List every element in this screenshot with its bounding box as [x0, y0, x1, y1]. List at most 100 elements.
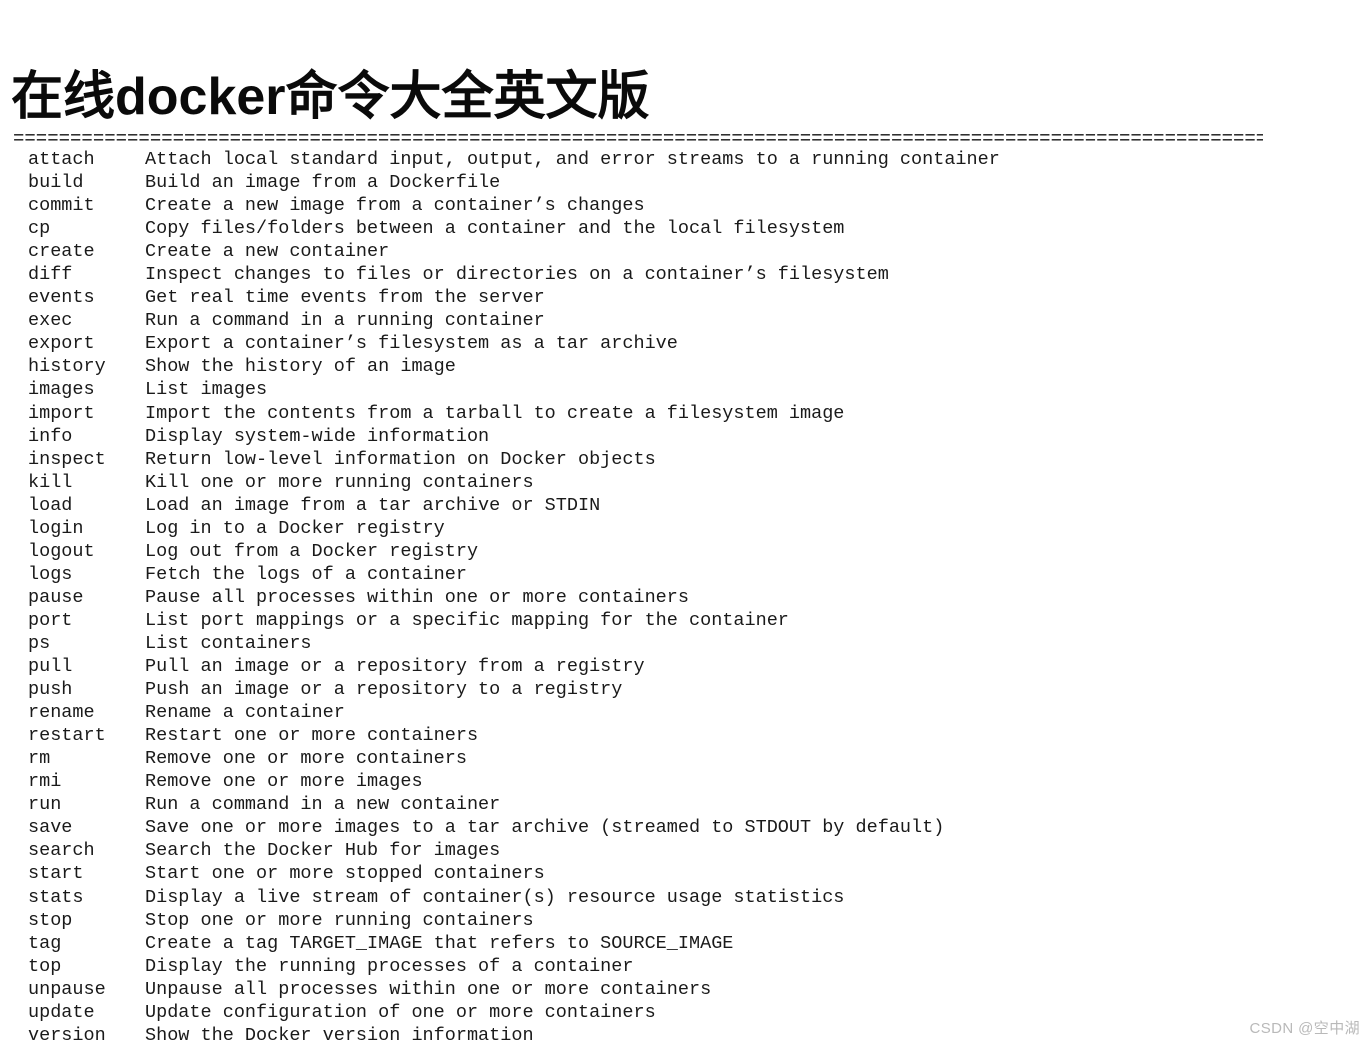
command-description: Build an image from a Dockerfile	[145, 172, 501, 194]
command-row: run Run a command in a new container	[0, 793, 1372, 816]
command-row: logs Fetch the logs of a container	[0, 563, 1372, 586]
command-row: exec Run a command in a running container	[0, 309, 1372, 332]
command-name: rm	[28, 748, 51, 770]
command-row: pull Pull an image or a repository from a…	[0, 655, 1372, 678]
command-description: Copy files/folders between a container a…	[145, 218, 845, 240]
command-description: Unpause all processes within one or more…	[145, 978, 712, 1000]
command-description: Create a new image from a container’s ch…	[145, 195, 645, 217]
command-row: update Update configuration of one or mor…	[0, 1001, 1372, 1024]
command-name: ps	[28, 632, 51, 654]
command-row: logout Log out from a Docker registry	[0, 540, 1372, 563]
command-description: Display a live stream of container(s) re…	[145, 886, 845, 908]
command-description: Rename a container	[145, 702, 345, 724]
command-name: build	[28, 172, 84, 194]
command-description: Remove one or more containers	[145, 748, 467, 770]
command-name: info	[28, 425, 73, 447]
command-row: stats Display a live stream of container(…	[0, 886, 1372, 909]
command-row: rename Rename a container	[0, 701, 1372, 724]
command-description: Log in to a Docker registry	[145, 517, 445, 539]
command-description: Start one or more stopped containers	[145, 863, 545, 885]
command-name: rename	[28, 702, 95, 724]
command-name: commit	[28, 195, 95, 217]
command-row: login Log in to a Docker registry	[0, 517, 1372, 540]
command-description: List images	[145, 379, 268, 401]
command-name: search	[28, 840, 95, 862]
command-row: inspect Return low-level information on D…	[0, 448, 1372, 471]
command-description: Pull an image or a repository from a reg…	[145, 656, 645, 678]
command-name: run	[28, 794, 62, 816]
command-row: ps List containers	[0, 632, 1372, 655]
command-name: logs	[28, 563, 73, 585]
command-description: Stop one or more running containers	[145, 909, 534, 931]
command-row: load Load an image from a tar archive or …	[0, 494, 1372, 517]
command-name: images	[28, 379, 95, 401]
command-description: Pause all processes within one or more c…	[145, 586, 689, 608]
command-name: stop	[28, 909, 73, 931]
command-description: List containers	[145, 632, 312, 654]
watermark-credit: CSDN @空中湖	[1249, 1020, 1360, 1037]
command-row: search Search the Docker Hub for images	[0, 839, 1372, 862]
command-row: cp Copy files/folders between a container…	[0, 217, 1372, 240]
command-name: push	[28, 679, 73, 701]
horizontal-rule-equals: ========================================…	[13, 128, 1263, 150]
command-description: Export a container’s filesystem as a tar…	[145, 333, 678, 355]
command-description: Kill one or more running containers	[145, 471, 534, 493]
command-name: load	[28, 494, 73, 516]
command-row: history Show the history of an image	[0, 355, 1372, 378]
command-name: save	[28, 817, 73, 839]
command-description: Run a command in a new container	[145, 794, 501, 816]
command-name: attach	[28, 149, 95, 170]
command-row: port List port mappings or a specific map…	[0, 609, 1372, 632]
command-name: kill	[28, 471, 73, 493]
command-name: exec	[28, 310, 73, 332]
command-row: pause Pause all processes within one or m…	[0, 586, 1372, 609]
command-description: Show the Docker version information	[145, 1024, 534, 1046]
command-description: Remove one or more images	[145, 771, 423, 793]
command-name: pull	[28, 656, 73, 678]
command-name: cp	[28, 218, 51, 240]
command-description: Attach local standard input, output, and…	[145, 149, 1000, 170]
command-description: Update configuration of one or more cont…	[145, 1001, 656, 1023]
command-name: top	[28, 955, 62, 977]
command-row: tag Create a tag TARGET_IMAGE that refers…	[0, 932, 1372, 955]
command-name: unpause	[28, 978, 106, 1000]
command-description: Display the running processes of a conta…	[145, 955, 634, 977]
command-row: push Push an image or a repository to a r…	[0, 678, 1372, 701]
command-description: Restart one or more containers	[145, 725, 479, 747]
command-row: start Start one or more stopped container…	[0, 862, 1372, 885]
command-row: build Build an image from a Dockerfile	[0, 171, 1372, 194]
command-description: Fetch the logs of a container	[145, 563, 467, 585]
command-name: port	[28, 609, 73, 631]
command-row: kill Kill one or more running containers	[0, 471, 1372, 494]
command-description: Create a tag TARGET_IMAGE that refers to…	[145, 932, 734, 954]
command-name: pause	[28, 586, 84, 608]
command-description: Return low-level information on Docker o…	[145, 448, 656, 470]
command-row: export Export a container’s filesystem as…	[0, 332, 1372, 355]
command-list: attach Attach local standard input, outpu…	[0, 148, 1372, 1047]
command-name: start	[28, 863, 84, 885]
command-name: rmi	[28, 771, 62, 793]
command-name: stats	[28, 886, 84, 908]
command-name: history	[28, 356, 106, 378]
command-description: Inspect changes to files or directories …	[145, 264, 889, 286]
command-row: save Save one or more images to a tar arc…	[0, 816, 1372, 839]
command-description: Save one or more images to a tar archive…	[145, 817, 945, 839]
document-page: 在线docker命令大全英文版 ========================…	[0, 0, 1372, 1048]
page-title: 在线docker命令大全英文版	[11, 67, 650, 126]
command-name: login	[28, 517, 84, 539]
command-row: attach Attach local standard input, outpu…	[0, 148, 1372, 171]
command-name: logout	[28, 540, 95, 562]
command-row: images List images	[0, 378, 1372, 401]
command-row: version Show the Docker version informati…	[0, 1024, 1372, 1047]
command-name: tag	[28, 932, 62, 954]
command-name: inspect	[28, 448, 106, 470]
command-description: List port mappings or a specific mapping…	[145, 609, 789, 631]
command-row: rm Remove one or more containers	[0, 747, 1372, 770]
command-row: rmi Remove one or more images	[0, 770, 1372, 793]
command-row: restart Restart one or more containers	[0, 724, 1372, 747]
command-name: create	[28, 241, 95, 263]
command-description: Run a command in a running container	[145, 310, 545, 332]
command-row: diff Inspect changes to files or director…	[0, 263, 1372, 286]
command-name: restart	[28, 725, 106, 747]
command-row: top Display the running processes of a co…	[0, 955, 1372, 978]
